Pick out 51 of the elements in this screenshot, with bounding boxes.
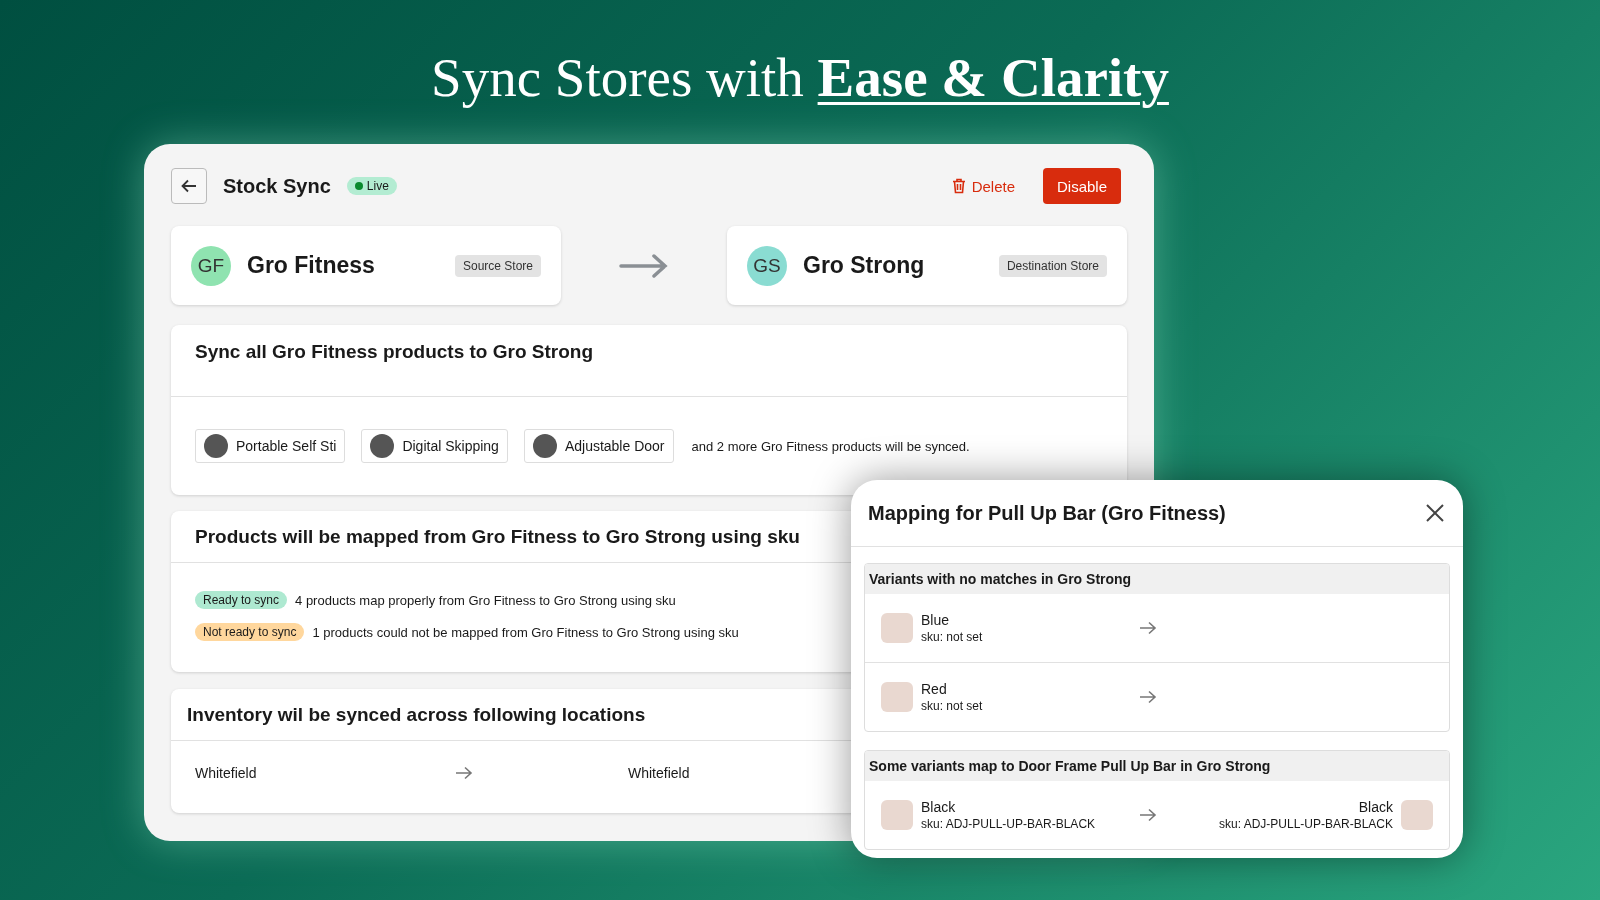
product-chip: Adjustable Door	[523, 429, 674, 463]
product-chip: Digital Skipping	[361, 429, 508, 463]
store-name: Gro Fitness	[247, 252, 375, 279]
status-badge: Not ready to sync	[195, 623, 305, 641]
back-button[interactable]	[171, 168, 207, 204]
page-title: Stock Sync	[223, 174, 331, 198]
card-title: Products will be mapped from Gro Fitness to Gro Strong using sku	[195, 526, 800, 547]
variant-name: Black	[921, 799, 957, 815]
store-avatar: GS	[747, 245, 787, 286]
disable-button[interactable]: Disable	[1043, 168, 1121, 204]
photo-placeholder	[532, 434, 557, 458]
product-thumbnail	[881, 800, 913, 830]
variant-sku: sku: not set	[921, 699, 983, 713]
right-arrow-icon	[1139, 621, 1157, 635]
product-thumbnail	[881, 613, 913, 643]
right-arrow-icon	[1139, 690, 1157, 704]
source-location: Whitefield	[195, 765, 258, 781]
headline: Sync Stores with Ease & Clarity	[430, 46, 1170, 110]
store-role-tag: Destination Store	[998, 254, 1107, 277]
product-thumbnail	[1401, 800, 1433, 830]
status-label: Live	[366, 179, 389, 193]
variant-sku: sku: ADJ-PULL-UP-BAR-BLACK	[921, 817, 1096, 831]
variant-name: Blue	[921, 612, 951, 628]
more-products-text: and 2 more Gro Fitness products will be synced.	[691, 438, 970, 454]
variant-name: Black	[1358, 799, 1393, 815]
status-badge: Ready to sync	[195, 591, 288, 609]
group-title: Variants with no matches in Gro Strong	[865, 564, 1449, 594]
right-arrow-icon	[455, 766, 473, 780]
card-title: Inventory wil be synced across following locations	[187, 704, 646, 725]
trash-icon	[951, 178, 966, 194]
variant-sku: sku: not set	[921, 630, 983, 644]
variant-name: Red	[921, 681, 948, 697]
right-arrow-icon	[1139, 808, 1157, 822]
store-avatar: GF	[191, 245, 231, 286]
photo-placeholder	[370, 434, 395, 458]
product-thumbnail	[881, 682, 913, 712]
close-button[interactable]	[1425, 503, 1445, 523]
photo-placeholder	[204, 434, 228, 458]
store-name: Gro Strong	[803, 252, 925, 279]
right-arrow-icon	[619, 253, 669, 278]
group-title: Some variants map to Door Frame Pull Up Bar in Gro Strong	[865, 751, 1449, 781]
back-arrow-icon	[180, 177, 198, 195]
store-role-tag: Source Store	[454, 254, 541, 277]
product-chip: Portable Self Sti	[195, 429, 346, 463]
dialog-title: Mapping for Pull Up Bar (Gro Fitness)	[868, 501, 1226, 525]
variant-sku: sku: ADJ-PULL-UP-BAR-BLACK	[1218, 817, 1393, 831]
card-title: Sync all Gro Fitness products to Gro Strong	[195, 341, 593, 362]
status-text: 4 products map properly from Gro Fitness to Gro Strong using sku	[295, 592, 676, 608]
close-icon	[1425, 503, 1445, 523]
status-text: 1 products could not be mapped from Gro Fitness to Gro Strong using sku	[312, 624, 739, 640]
delete-button[interactable]: Delete	[949, 173, 1017, 199]
